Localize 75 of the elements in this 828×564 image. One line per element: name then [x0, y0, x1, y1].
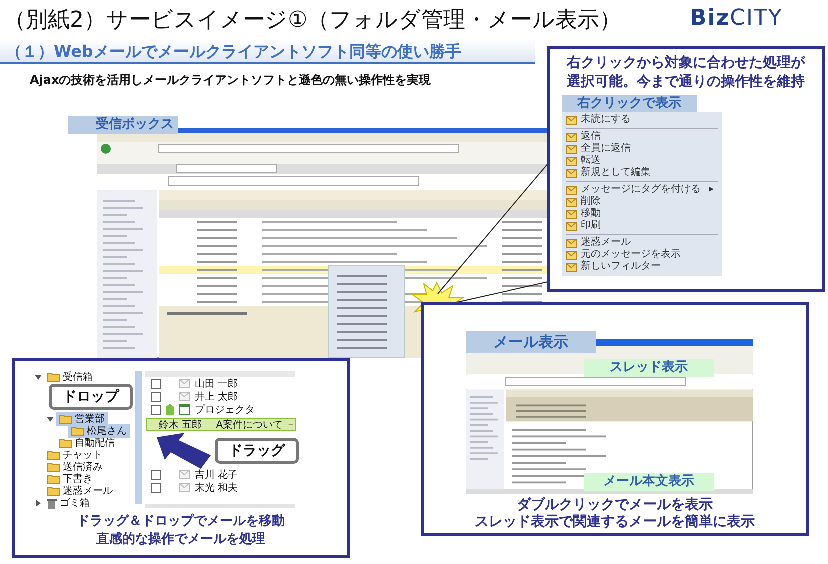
- menu-item[interactable]: 移動: [566, 208, 718, 220]
- arrow-icon: [155, 433, 211, 469]
- mail-row[interactable]: 吉川 花子: [145, 468, 295, 481]
- envelope-icon: [566, 210, 577, 218]
- menu-item[interactable]: 新しいフィルター: [566, 261, 718, 273]
- drop-label: ドロップ: [49, 384, 133, 410]
- checkbox[interactable]: [151, 378, 161, 388]
- scrollbar[interactable]: [135, 371, 142, 504]
- checkbox[interactable]: [151, 404, 161, 414]
- menu-item[interactable]: 印刷: [566, 220, 718, 232]
- envelope-icon: [566, 144, 577, 154]
- envelope-icon: [179, 470, 190, 479]
- menu-item[interactable]: 全員に返信: [566, 143, 718, 155]
- envelope-icon: [179, 483, 190, 492]
- thread-view-label: スレッド表示: [584, 359, 714, 377]
- folder-item[interactable]: 自動配信: [56, 436, 118, 450]
- menu-item[interactable]: 迷惑メール: [566, 237, 718, 249]
- envelope-icon: [566, 132, 577, 142]
- folder-item[interactable]: 下書き: [44, 472, 96, 486]
- menu-item[interactable]: 未読にする: [566, 114, 718, 126]
- folder-icon: [59, 438, 72, 448]
- mail-row[interactable]: 山田 一郎: [145, 377, 295, 390]
- folder-item[interactable]: ゴミ箱: [44, 496, 93, 510]
- body-view-label: メール本文表示: [584, 473, 714, 491]
- menu-item[interactable]: 削除: [566, 196, 718, 208]
- envelope-icon: [566, 198, 577, 206]
- folder-icon: [47, 486, 60, 496]
- folder-item[interactable]: チャット: [44, 448, 106, 462]
- envelope-icon: [566, 238, 577, 248]
- envelope-icon: [179, 379, 190, 388]
- page-title: （別紙2）サービスイメージ①（フォルダ管理・メール表示）: [4, 7, 622, 35]
- checkbox[interactable]: [151, 470, 161, 480]
- envelope-icon: [566, 168, 577, 178]
- calendar-icon: [179, 404, 190, 415]
- folder-icon: [47, 450, 60, 460]
- expand-arrow-icon[interactable]: [35, 374, 42, 380]
- mail-row[interactable]: 末光 和夫: [145, 481, 295, 494]
- menu-caption: 右クリックで表示: [562, 95, 697, 112]
- envelope-icon: [566, 116, 577, 124]
- folder-item[interactable]: 送信済み: [44, 460, 106, 474]
- panel-caption: ダブルクリックでメールを表示 スレッド表示で関連するメールを簡単に表示: [474, 497, 756, 531]
- folder-item[interactable]: 松尾さん: [68, 424, 130, 438]
- menu-item[interactable]: 元のメッセージを表示: [566, 249, 718, 261]
- envelope-icon: [566, 186, 577, 194]
- callout-text: 右クリックから対象に合わせた処理が 選択可能。今まで通りの操作性を維持: [566, 54, 806, 92]
- checkbox[interactable]: [151, 392, 161, 402]
- envelope-icon: [566, 262, 577, 272]
- menu-item[interactable]: 新規として編集: [566, 167, 718, 179]
- folder-icon: [59, 414, 72, 424]
- lead-text: Ajaxの技術を活用しメールクライアントソフトと遜色の無い操作性を実現: [30, 72, 432, 89]
- section-heading: （１）Webメールでメールクライアントソフト同等の使い勝手: [0, 40, 535, 64]
- folder-icon: [47, 474, 60, 484]
- folder-icon: [47, 372, 60, 382]
- envelope-icon: [566, 156, 577, 166]
- panel-caption: ドラッグ＆ドロップでメールを移動 直感的な操作でメールを処理: [76, 513, 286, 549]
- checkbox[interactable]: [151, 482, 161, 492]
- menu-item[interactable]: メッセージにタグを付ける ▸: [566, 184, 718, 196]
- envelope-icon: [566, 250, 577, 260]
- envelope-icon: [566, 222, 577, 230]
- inbox-label: 受信ボックス: [68, 116, 178, 134]
- envelope-icon: [179, 392, 190, 401]
- trash-icon: [47, 498, 57, 508]
- mail-row[interactable]: 井上 太郎: [145, 390, 295, 403]
- menu-item[interactable]: 転送: [566, 155, 718, 167]
- folder-icon: [47, 462, 60, 472]
- menu-item[interactable]: 返信: [566, 131, 718, 143]
- expand-arrow-icon[interactable]: [35, 500, 42, 506]
- mail-view-label: メール表示: [466, 331, 596, 353]
- logo: BizCITY: [690, 6, 783, 31]
- folder-item[interactable]: 受信箱: [44, 370, 96, 384]
- dragged-mail-row[interactable]: 鈴木 五郎 A案件について －: [146, 418, 296, 431]
- drag-label: ドラッグ: [215, 438, 299, 464]
- folder-item[interactable]: 迷惑メール: [44, 484, 116, 498]
- mail-row[interactable]: プロジェクタ: [145, 403, 295, 416]
- expand-arrow-icon[interactable]: [47, 416, 54, 422]
